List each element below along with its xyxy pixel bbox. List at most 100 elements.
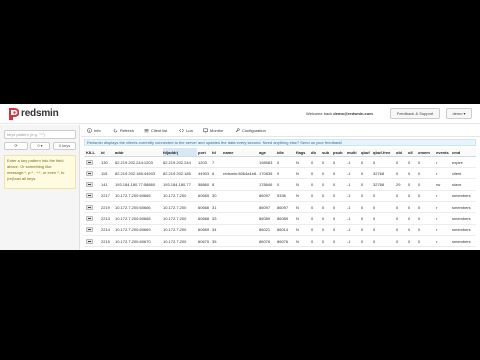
table-cell: N xyxy=(296,159,299,165)
column-header[interactable]: fd(addr) xyxy=(163,148,197,156)
table-cell: 2219 xyxy=(101,204,110,210)
table-cell: r xyxy=(436,193,438,199)
table-cell: 7 xyxy=(212,159,215,165)
table-cell: 0 xyxy=(373,159,376,165)
table-row: 141 193.184.180.77:58860 193.184.180.77 588… xyxy=(84,180,476,191)
column-header[interactable]: sub xyxy=(322,148,332,156)
column-header[interactable]: idle xyxy=(277,148,295,156)
keys-sidebar: keys pattern (e.g. "*") ⟳ 0 ▾ 0 keys Ent… xyxy=(0,125,80,250)
wrench-icon xyxy=(235,128,240,133)
table-cell xyxy=(223,214,258,224)
column-header[interactable]: qbuf-free xyxy=(373,148,395,156)
table-cell: client xyxy=(452,170,462,176)
table-cell: 0 xyxy=(418,238,421,244)
table-cell: N xyxy=(296,193,299,199)
column-header[interactable]: KILL xyxy=(86,148,100,156)
table-cell: 130 xyxy=(101,159,108,165)
column-header[interactable]: flags xyxy=(296,148,310,156)
column-header[interactable]: events xyxy=(436,148,451,156)
table-cell: 86089 xyxy=(277,216,289,221)
table-cell: 0 xyxy=(333,238,336,244)
key-count-button[interactable]: 0 keys xyxy=(53,142,76,150)
table-cell: 0 xyxy=(361,193,364,199)
feedback-support-button[interactable]: Feedback & Support xyxy=(390,108,440,119)
column-header[interactable]: cmd xyxy=(452,148,476,156)
kill-client-button[interactable] xyxy=(86,170,93,176)
table-cell: smembers xyxy=(452,193,471,199)
column-header[interactable]: psub xyxy=(333,148,346,156)
column-header[interactable]: db xyxy=(311,148,321,156)
table-cell: 10.172.7.200 xyxy=(163,193,187,199)
table-cell: 0 xyxy=(418,170,421,176)
user-menu-button[interactable]: demo ▾ xyxy=(446,108,472,119)
kill-cell xyxy=(86,180,100,190)
column-header[interactable]: fd xyxy=(212,148,222,156)
table-cell: 0 xyxy=(361,238,364,244)
kill-client-button[interactable] xyxy=(86,227,93,233)
kill-cell xyxy=(86,202,100,212)
table-cell: 60666 xyxy=(198,204,210,210)
table-cell: -1 xyxy=(347,227,351,233)
column-header[interactable]: obl xyxy=(396,148,407,156)
table-cell: 0 xyxy=(333,182,336,188)
table-cell: 33 xyxy=(212,216,217,221)
table-cell: 0 xyxy=(408,238,411,244)
table-cell: smembers xyxy=(452,227,471,233)
table-cell: 0 xyxy=(418,204,421,210)
kill-client-button[interactable] xyxy=(86,159,93,165)
column-header[interactable]: qbuf xyxy=(361,148,372,156)
toolbar-lua[interactable]: Lua xyxy=(179,128,193,133)
table-cell: 10.172.7.200:60666 xyxy=(115,204,151,210)
table-cell: 193.184.180.77 xyxy=(163,182,191,188)
toolbar-client-list[interactable]: Client list xyxy=(144,128,167,133)
kill-cell xyxy=(86,168,100,178)
toolbar-monitor[interactable]: Monitor xyxy=(203,128,223,133)
table-cell: 141 xyxy=(101,182,108,188)
column-header[interactable]: multi xyxy=(347,148,360,156)
column-header[interactable]: id xyxy=(101,148,115,156)
column-header[interactable]: name xyxy=(223,148,258,156)
table-cell: 0 xyxy=(396,193,399,199)
column-header[interactable]: omem xyxy=(418,148,435,156)
table-cell xyxy=(223,225,258,235)
toolbar-refresh[interactable]: Refresh xyxy=(113,128,134,133)
toolbar-configuration[interactable]: Configuration xyxy=(235,128,266,133)
table-cell: N xyxy=(296,238,299,244)
column-header[interactable]: oll xyxy=(408,148,417,156)
table-cell: 10.172.7.200:60670 xyxy=(115,238,151,244)
table-cell: r xyxy=(436,159,438,165)
table-cell: 0 xyxy=(277,182,280,188)
kill-cell xyxy=(86,214,100,224)
table-cell: N xyxy=(296,182,299,188)
toolbar-info[interactable]: Info xyxy=(87,128,101,133)
table-cell: expire xyxy=(452,159,463,165)
kill-client-button[interactable] xyxy=(86,182,93,188)
table-cell: -1 xyxy=(347,238,351,244)
table-cell: 2213 xyxy=(101,216,110,221)
kill-client-button[interactable] xyxy=(86,193,93,199)
kill-client-button[interactable] xyxy=(86,204,93,210)
user-email: demo@redsmin.com xyxy=(333,111,373,116)
table-cell: 86089 xyxy=(259,216,271,221)
table-cell: 30 xyxy=(212,193,217,199)
table-cell: 0 xyxy=(361,170,364,176)
table-cell: 2214 xyxy=(101,227,110,233)
kill-client-button[interactable] xyxy=(86,216,93,221)
refresh-keys-button[interactable]: ⟳ xyxy=(4,142,28,150)
column-header[interactable]: addr xyxy=(115,148,162,156)
table-cell: 0 xyxy=(311,159,314,165)
table-cell: 0 xyxy=(322,193,325,199)
table-cell: 82.219.202.244 xyxy=(163,159,191,165)
table-cell: 10.172.7.200:60668 xyxy=(115,216,151,221)
table-cell: r xyxy=(436,170,438,176)
table-cell: 0 xyxy=(373,193,376,199)
column-header[interactable]: age xyxy=(259,148,276,156)
table-cell: 29 xyxy=(396,182,401,188)
column-header[interactable]: port xyxy=(198,148,211,156)
key-pattern-input[interactable]: keys pattern (e.g. "*") xyxy=(4,130,76,139)
table-cell: 60670 xyxy=(198,238,210,244)
toolbar-client-list-label: Client list xyxy=(151,128,168,133)
kill-client-button[interactable] xyxy=(86,238,93,244)
table-cell: 0 xyxy=(396,238,399,244)
database-select[interactable]: 0 ▾ xyxy=(30,142,50,150)
